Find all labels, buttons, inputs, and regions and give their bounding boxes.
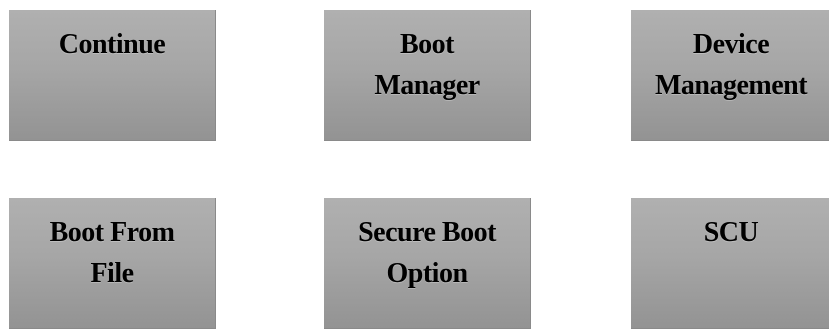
device-management-label: Device Management — [654, 29, 808, 101]
boot-from-file-button[interactable]: Boot From File — [9, 198, 216, 329]
secure-boot-option-label: Secure Boot Option — [358, 217, 496, 289]
secure-boot-option-button[interactable]: Secure Boot Option — [324, 198, 531, 329]
device-management-button[interactable]: Device Management — [631, 10, 829, 141]
continue-label: Continue — [58, 29, 166, 60]
boot-manager-button[interactable]: Boot Manager — [324, 10, 531, 141]
boot-manager-label: Boot Manager — [374, 29, 480, 101]
scu-label: SCU — [703, 217, 759, 248]
scu-button[interactable]: SCU — [631, 198, 829, 329]
boot-from-file-label: Boot From File — [49, 217, 175, 289]
continue-button[interactable]: Continue — [9, 10, 216, 141]
